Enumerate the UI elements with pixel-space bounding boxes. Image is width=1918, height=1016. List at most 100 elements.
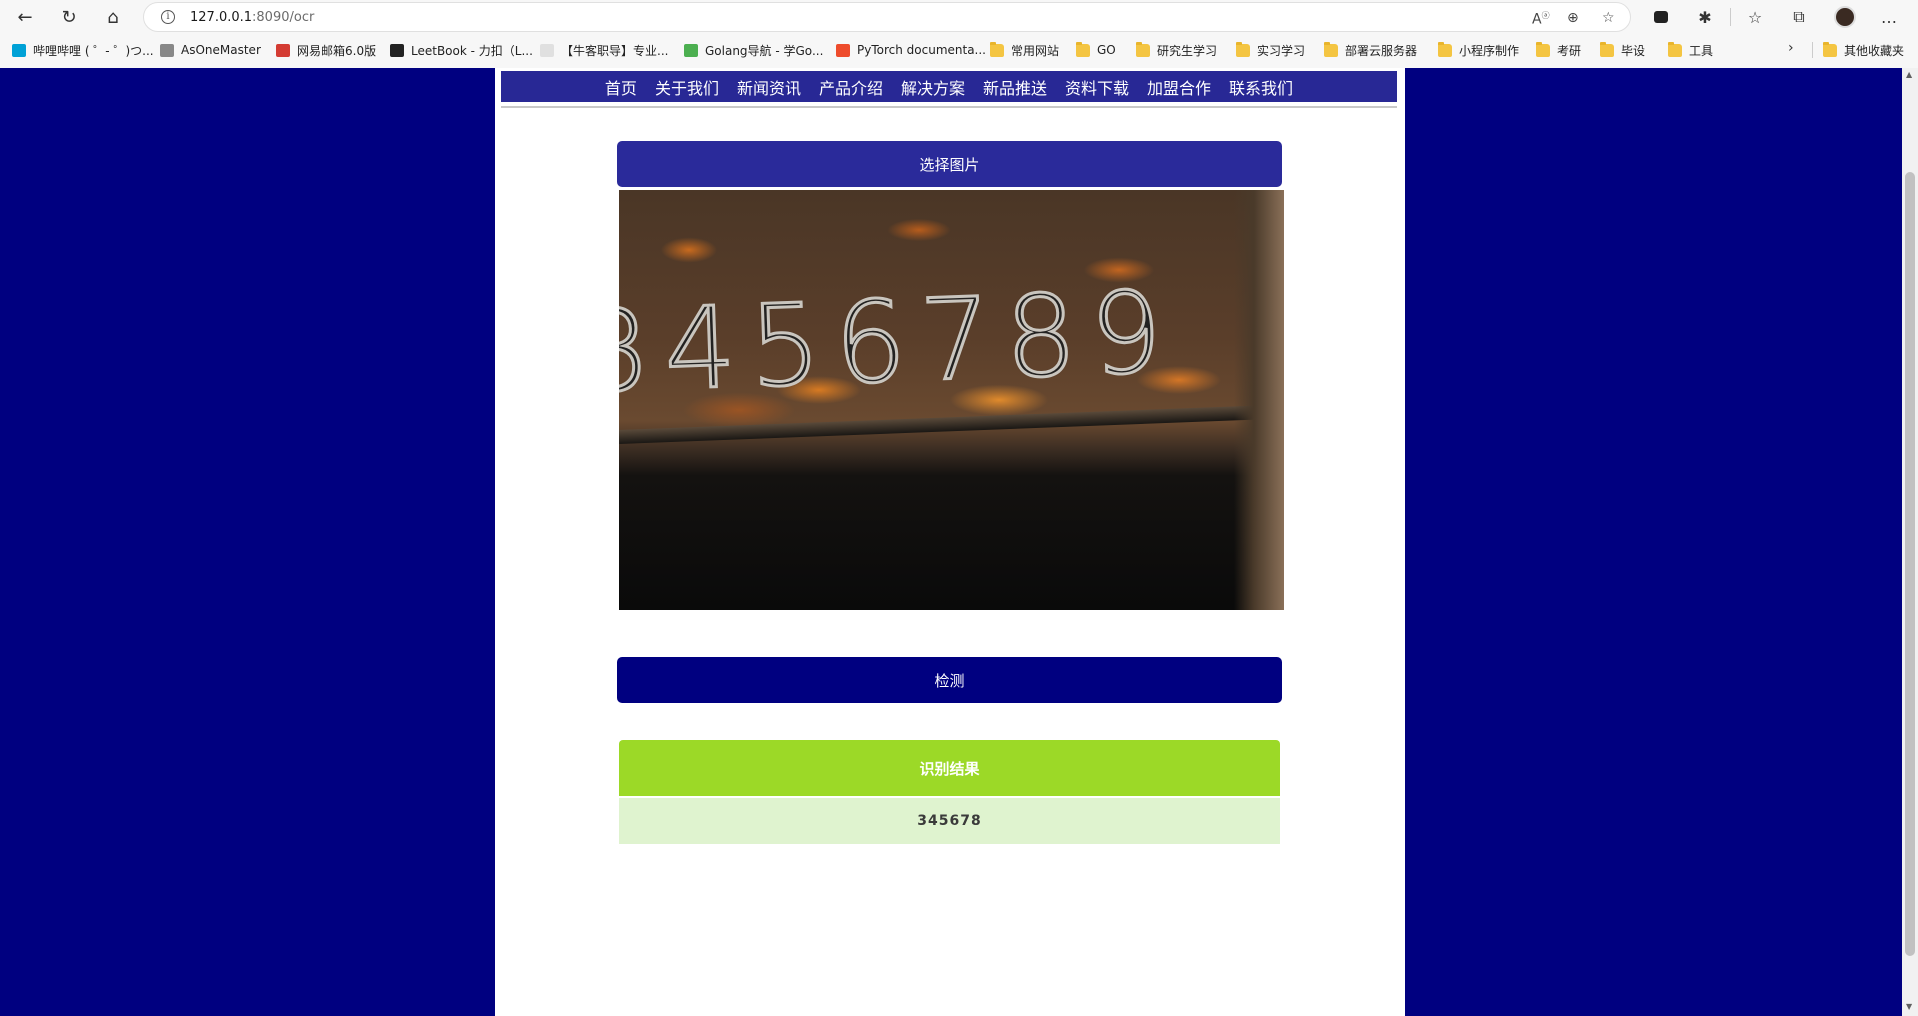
nav-divider	[501, 106, 1397, 108]
site-info-icon[interactable]: i	[161, 10, 175, 24]
bookmark-label: GO	[1097, 43, 1116, 57]
nav-link[interactable]: 资料下载	[1065, 75, 1129, 99]
scroll-down-arrow-icon[interactable]: ▼	[1906, 1002, 1912, 1011]
toolbar-separator	[1730, 8, 1731, 26]
nav-link[interactable]: 新品推送	[983, 75, 1047, 99]
nav-link[interactable]: 关于我们	[655, 75, 719, 99]
bookmark-item[interactable]: 毕设	[1600, 40, 1645, 60]
nav-link[interactable]: 首页	[605, 75, 637, 99]
detect-button[interactable]: 检测	[617, 657, 1282, 703]
bookmark-label: 部署云服务器	[1345, 43, 1418, 58]
nav-link[interactable]: 解决方案	[901, 75, 965, 99]
extensions-puzzle-icon[interactable]: ✱	[1692, 5, 1718, 29]
result-header: 识别结果	[619, 740, 1280, 796]
bookmark-item[interactable]: GO	[1076, 40, 1116, 60]
home-button[interactable]: ⌂	[99, 4, 127, 30]
bookmark-label: 【牛客职导】专业...	[561, 43, 669, 58]
bookmark-label: 毕设	[1621, 43, 1646, 58]
bookmark-label: 网易邮箱6.0版	[297, 43, 377, 58]
other-favorites-folder[interactable]: 其他收藏夹	[1823, 40, 1904, 60]
extension-app-icon[interactable]	[1648, 5, 1674, 29]
zoom-icon[interactable]: ⊕	[1567, 10, 1579, 26]
page-scrollbar[interactable]: ▲ ▼	[1902, 68, 1918, 1016]
result-body: 345678	[619, 798, 1280, 844]
bookmark-label: PyTorch documenta...	[857, 43, 986, 57]
bookmark-item[interactable]: 哔哩哔哩 ( ゜- ゜)つ...	[12, 40, 154, 60]
bookmark-label: Golang导航 - 学Go...	[705, 43, 824, 58]
folder-icon	[1438, 41, 1452, 57]
url-host: 127.0.0.1	[190, 9, 253, 25]
bookmarks-bar: 哔哩哔哩 ( ゜- ゜)つ... AsOneMaster 网易邮箱6.0版 LeetB…	[0, 38, 1918, 62]
scroll-thumb[interactable]	[1905, 172, 1915, 956]
folder-icon	[1324, 41, 1338, 57]
folder-icon	[1823, 41, 1837, 57]
github-icon	[160, 43, 174, 57]
avatar-icon	[1834, 6, 1856, 28]
scroll-up-arrow-icon[interactable]: ▲	[1906, 70, 1912, 79]
bookmark-item[interactable]: LeetBook - 力扣（L...	[390, 40, 533, 60]
nav-link[interactable]: 联系我们	[1229, 75, 1293, 99]
favorites-icon[interactable]: ☆	[1742, 5, 1768, 29]
choose-image-label: 选择图片	[919, 155, 980, 174]
bookmark-item[interactable]: 网易邮箱6.0版	[276, 40, 376, 60]
back-button[interactable]: ←	[11, 4, 39, 30]
bookmark-item[interactable]: 部署云服务器	[1324, 40, 1417, 60]
leetcode-icon	[390, 43, 404, 57]
other-favorites-label: 其他收藏夹	[1844, 43, 1905, 58]
folder-icon	[1136, 41, 1150, 57]
bookmark-item[interactable]: Golang导航 - 学Go...	[684, 40, 823, 60]
folder-icon	[1600, 41, 1614, 57]
folder-icon	[1668, 41, 1682, 57]
bookmark-label: 哔哩哔哩 ( ゜- ゜)つ...	[33, 43, 154, 58]
stamped-digits: 3456789	[619, 266, 1179, 420]
page-container: 首页 关于我们 新闻资讯 产品介绍 解决方案 新品推送 资料下载 加盟合作 联系我们 选择图片 …	[495, 68, 1405, 1016]
detect-label: 检测	[934, 671, 965, 690]
uploaded-image-preview: 3456789	[619, 190, 1284, 610]
back-arrow-icon: ←	[17, 6, 33, 28]
read-aloud-icon[interactable]: Aⓐ	[1532, 10, 1550, 28]
bookmark-label: 小程序制作	[1459, 43, 1520, 58]
folder-icon	[1076, 41, 1090, 57]
reload-icon: ↻	[61, 6, 77, 28]
bookmark-label: LeetBook - 力扣（L...	[411, 43, 533, 58]
nav-link[interactable]: 加盟合作	[1147, 75, 1211, 99]
result-title: 识别结果	[919, 759, 980, 778]
bookmark-item[interactable]: AsOneMaster	[160, 40, 261, 60]
bookmark-label: 实习学习	[1257, 43, 1306, 58]
image-shine	[1234, 190, 1284, 610]
collections-icon[interactable]: ⧉	[1786, 5, 1812, 29]
bookmark-label: AsOneMaster	[181, 43, 261, 57]
bookmark-item[interactable]: 考研	[1536, 40, 1581, 60]
bookmark-item[interactable]: 研究生学习	[1136, 40, 1217, 60]
bookmark-item[interactable]: PyTorch documenta...	[836, 40, 986, 60]
folder-icon	[990, 41, 1004, 57]
reload-button[interactable]: ↻	[55, 4, 83, 30]
address-url[interactable]: 127.0.0.1:8090/ocr	[190, 10, 314, 25]
nav-link[interactable]: 产品介绍	[819, 75, 883, 99]
bookmark-item[interactable]: 工具	[1668, 40, 1713, 60]
folder-icon	[1536, 41, 1550, 57]
bookmark-item[interactable]: 实习学习	[1236, 40, 1305, 60]
bookmark-label: 考研	[1557, 43, 1582, 58]
favorite-star-icon[interactable]: ☆	[1602, 10, 1615, 26]
home-icon: ⌂	[107, 6, 119, 28]
bookmarks-separator	[1812, 42, 1813, 58]
bookmark-label: 常用网站	[1011, 43, 1060, 58]
profile-avatar[interactable]	[1832, 5, 1858, 29]
bookmark-label: 工具	[1689, 43, 1714, 58]
choose-image-button[interactable]: 选择图片	[617, 141, 1282, 187]
bookmark-item[interactable]: 【牛客职导】专业...	[540, 40, 668, 60]
url-path: :8090/ocr	[252, 9, 315, 25]
nav-link[interactable]: 新闻资讯	[737, 75, 801, 99]
site-navigation: 首页 关于我们 新闻资讯 产品介绍 解决方案 新品推送 资料下载 加盟合作 联系我们	[501, 71, 1397, 102]
bookmark-label: 研究生学习	[1157, 43, 1218, 58]
bookmark-item[interactable]: 常用网站	[990, 40, 1059, 60]
more-menu-icon[interactable]: …	[1876, 5, 1902, 29]
browser-toolbar: ← ↻ ⌂ i 127.0.0.1:8090/ocr Aⓐ ⊕ ☆ ✱ ☆ ⧉ …	[0, 0, 1918, 34]
bookmark-item[interactable]: 小程序制作	[1438, 40, 1519, 60]
folder-icon	[1236, 41, 1250, 57]
bookmarks-overflow-chevron-icon[interactable]: ›	[1788, 40, 1794, 56]
pytorch-icon	[836, 43, 850, 57]
address-bar[interactable]: i 127.0.0.1:8090/ocr Aⓐ ⊕ ☆	[143, 2, 1631, 32]
netease-mail-icon	[276, 43, 290, 57]
